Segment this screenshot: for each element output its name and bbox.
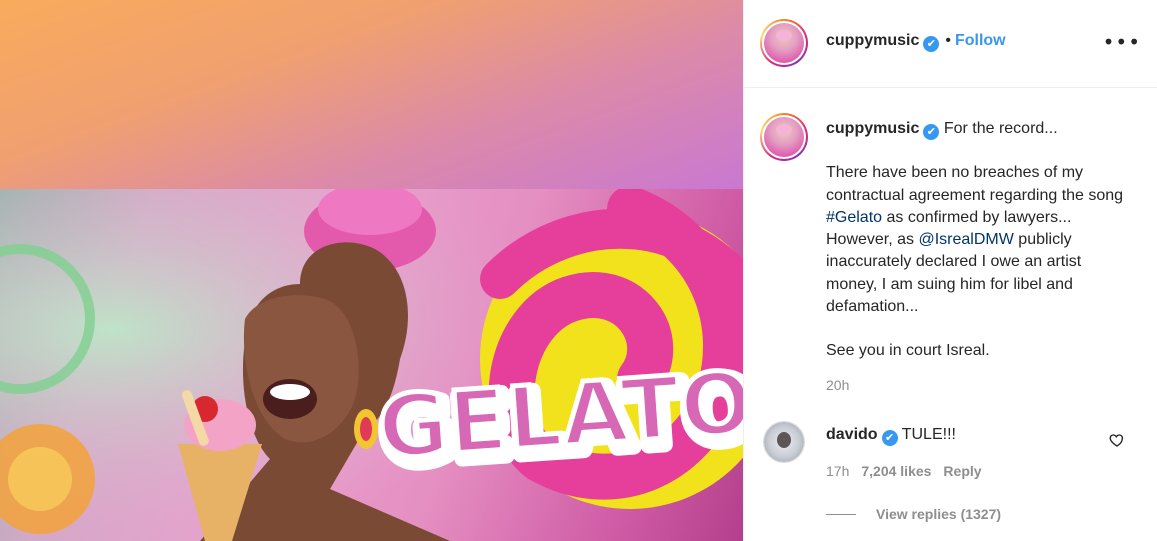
- caption-gap: [826, 140, 1136, 162]
- comment: davido ✔ TULE!!!: [826, 426, 956, 446]
- verified-badge-icon: ✔: [923, 36, 940, 52]
- gelato-artwork: GELATO GELATO: [0, 189, 743, 541]
- verified-badge-icon: ✔: [923, 124, 940, 140]
- caption-text: There have been no breaches of my contra…: [826, 164, 1124, 204]
- separator-dot: •: [945, 32, 951, 49]
- media-photo: GELATO GELATO: [0, 189, 743, 541]
- verified-badge-icon: ✔: [881, 430, 898, 446]
- avatar-image: [764, 422, 804, 462]
- comment-username[interactable]: davido: [826, 426, 878, 443]
- caption-username[interactable]: cuppymusic: [826, 120, 919, 137]
- post-caption: cuppymusic ✔ For the record... There have…: [826, 118, 1136, 363]
- avatar-image: [764, 117, 804, 157]
- commenter-avatar[interactable]: [763, 421, 805, 463]
- replies-line: [826, 514, 856, 515]
- author-avatar[interactable]: [760, 19, 808, 67]
- mention-link[interactable]: @IsrealDMW: [918, 231, 1013, 248]
- caption-gap: [826, 318, 1136, 340]
- reply-button[interactable]: Reply: [943, 463, 981, 479]
- view-replies-button[interactable]: View replies (1327): [876, 506, 1001, 522]
- follow-button[interactable]: Follow: [955, 32, 1006, 49]
- avatar-image: [764, 23, 804, 63]
- more-options-icon[interactable]: •••: [1103, 32, 1141, 52]
- like-comment-heart-icon[interactable]: [1109, 432, 1125, 448]
- comment-text: TULE!!!: [901, 426, 956, 443]
- comment-meta: 17h 7,204 likes Reply: [826, 463, 994, 479]
- caption-avatar[interactable]: [760, 113, 808, 161]
- caption-closing: See you in court Isreal.: [826, 342, 990, 360]
- post-header: cuppymusic ✔ • Follow •••: [744, 0, 1157, 88]
- caption-paragraph: There have been no breaches of my contra…: [826, 162, 1136, 318]
- media-gradient-top: [0, 0, 743, 189]
- header-user-line: cuppymusic ✔ • Follow: [826, 32, 1006, 52]
- author-username[interactable]: cuppymusic: [826, 32, 919, 49]
- caption-first-line: cuppymusic ✔ For the record...: [826, 118, 1136, 140]
- comment-time[interactable]: 17h: [826, 463, 849, 479]
- comment-likes[interactable]: 7,204 likes: [861, 463, 931, 479]
- hashtag-link[interactable]: #Gelato: [826, 209, 882, 226]
- post-side-panel: cuppymusic ✔ • Follow ••• cuppymusic ✔ For t…: [744, 0, 1157, 541]
- caption-timestamp[interactable]: 20h: [826, 377, 849, 393]
- caption-intro: For the record...: [943, 120, 1058, 137]
- post-media[interactable]: GELATO GELATO: [0, 0, 743, 541]
